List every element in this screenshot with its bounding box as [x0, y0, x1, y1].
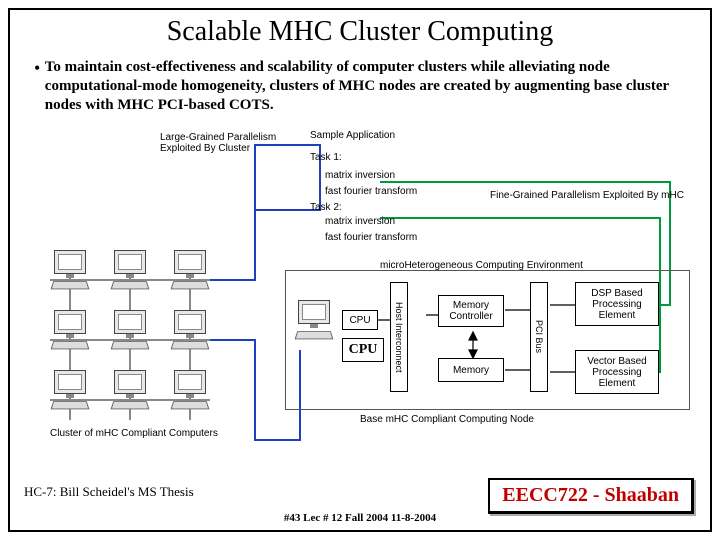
slide-frame: Scalable MHC Cluster Computing • To main… [8, 8, 712, 532]
bullet-row: • To maintain cost-effectiveness and sca… [34, 58, 686, 114]
diagram-area: Large-Grained Parallelism Exploited By C… [30, 140, 690, 470]
label-cluster-caption: Cluster of mHC Compliant Computers [50, 428, 218, 439]
memory-box: Memory [438, 358, 504, 382]
label-matrix-inv2: matrix inversion [325, 216, 395, 227]
label-mhc-env: microHeterogeneous Computing Environment [380, 260, 583, 271]
pc-icon [292, 300, 336, 344]
mem-ctrl-box: Memory Controller [438, 295, 504, 327]
cpu-big-box: CPU [342, 338, 384, 362]
pc-icon [108, 370, 152, 414]
label-base-node: Base mHC Compliant Computing Node [360, 414, 534, 425]
pci-bus-box: PCI Bus [530, 282, 548, 392]
pc-icon [168, 250, 212, 294]
label-large-grained: Large-Grained Parallelism Exploited By C… [160, 132, 300, 154]
label-fft2: fast fourier transform [325, 232, 417, 243]
footer-course-badge: EECC722 - Shaaban [488, 478, 694, 514]
pc-icon [108, 310, 152, 354]
label-task2: Task 2: [310, 202, 342, 213]
label-task1: Task 1: [310, 152, 342, 163]
pc-icon [48, 250, 92, 294]
pc-icon [168, 370, 212, 414]
host-interconnect-box: Host Interconnect [390, 282, 408, 392]
bullet-text: To maintain cost-effectiveness and scala… [45, 58, 686, 114]
slide-title: Scalable MHC Cluster Computing [10, 16, 710, 48]
pc-icon [48, 310, 92, 354]
cpu-small-box: CPU [342, 310, 378, 330]
pc-icon [48, 370, 92, 414]
footer-source: HC-7: Bill Scheidel's MS Thesis [24, 484, 194, 500]
pc-icon [168, 310, 212, 354]
label-fft: fast fourier transform [325, 186, 417, 197]
dsp-box: DSP Based Processing Element [575, 282, 659, 326]
label-matrix-inv: matrix inversion [325, 170, 395, 181]
label-fine-grained: Fine-Grained Parallelism Exploited By mH… [490, 190, 684, 201]
bullet-marker: • [34, 58, 45, 114]
vector-box: Vector Based Processing Element [575, 350, 659, 394]
label-sample-app: Sample Application [310, 130, 395, 141]
pc-icon [108, 250, 152, 294]
